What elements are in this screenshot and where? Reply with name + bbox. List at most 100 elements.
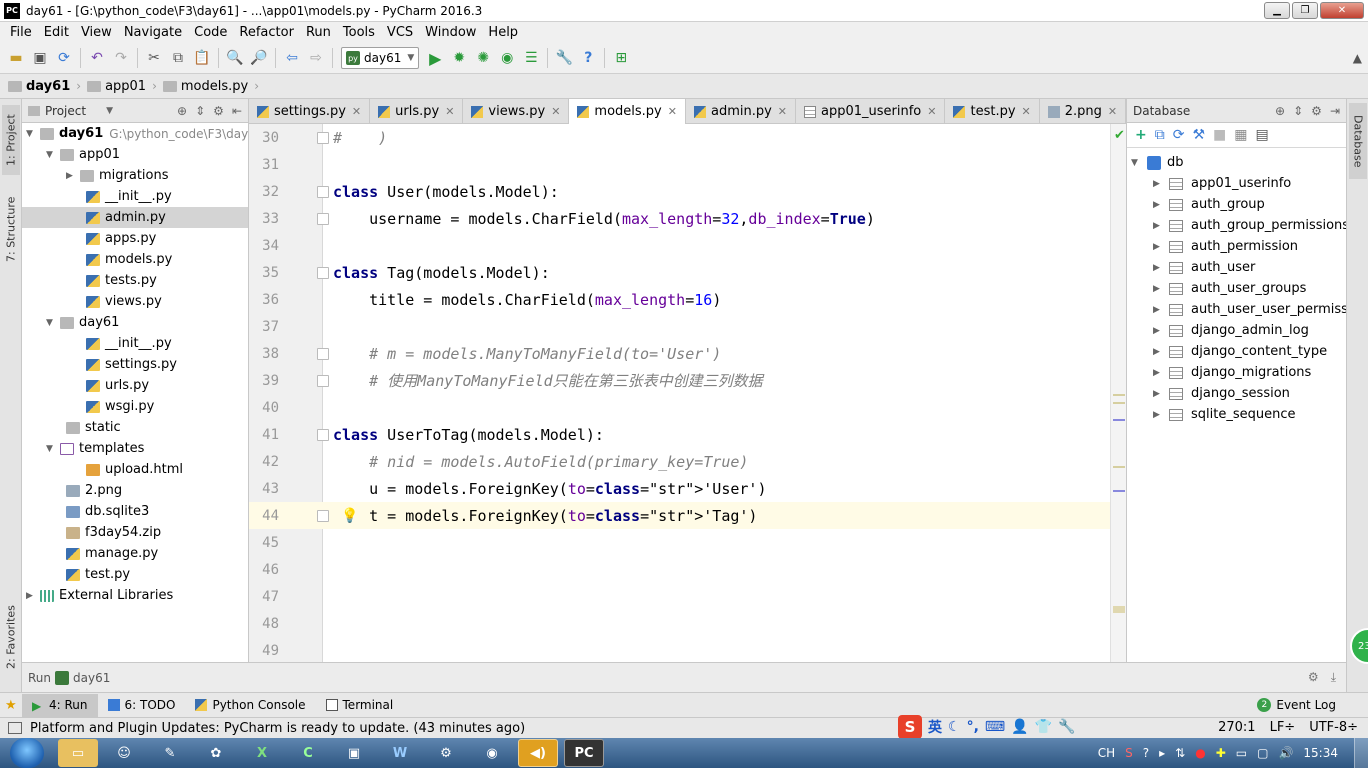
profile-icon[interactable]: ◉ <box>496 47 518 69</box>
tab-admin[interactable]: admin.py ✕ <box>686 99 797 124</box>
close-button[interactable]: ✕ <box>1320 2 1364 19</box>
chevron-down-icon[interactable]: ▼ <box>106 106 113 116</box>
coverage-icon[interactable]: ✺ <box>472 47 494 69</box>
code-line[interactable]: 36 title = models.CharField(max_length=1… <box>249 286 1126 313</box>
ime-language-label[interactable]: 英 <box>928 717 942 737</box>
fold-marker-icon[interactable] <box>317 185 329 198</box>
close-icon[interactable]: ✕ <box>778 105 787 118</box>
fold-marker-icon[interactable] <box>317 428 329 441</box>
menu-code[interactable]: Code <box>188 25 233 40</box>
save-icon[interactable]: ▣ <box>29 47 51 69</box>
close-icon[interactable]: ✕ <box>551 105 560 118</box>
db-table[interactable]: ▶ auth_group_permissions <box>1153 215 1349 236</box>
db-table[interactable]: ▶ auth_permission <box>1153 236 1298 257</box>
copy-icon[interactable]: ⧉ <box>167 47 189 69</box>
notepad-task-icon[interactable]: ✎ <box>150 739 190 767</box>
project-tool-tab[interactable]: 1: Project <box>2 105 20 175</box>
network-icon[interactable]: ⇅ <box>1175 746 1185 760</box>
stripe-marker[interactable] <box>1113 466 1125 468</box>
file-encoding[interactable]: UTF-8÷ <box>1309 720 1358 735</box>
cursor-position[interactable]: 270:1 <box>1218 720 1255 735</box>
tree-item[interactable]: settings.py <box>86 354 177 375</box>
tab-views[interactable]: views.py ✕ <box>463 99 570 124</box>
undo-icon[interactable]: ↶ <box>86 47 108 69</box>
tree-item[interactable]: db.sqlite3 <box>66 501 149 522</box>
record-icon[interactable]: ● <box>1195 746 1205 760</box>
user-icon[interactable]: 👤 <box>1011 719 1028 735</box>
code-line[interactable]: 47 <box>249 583 1126 610</box>
db-table[interactable]: ▶ auth_user <box>1153 257 1255 278</box>
tab-test[interactable]: test.py ✕ <box>945 99 1040 124</box>
tree-item[interactable]: __init__.py <box>86 333 172 354</box>
forward-icon[interactable]: ⇨ <box>305 47 327 69</box>
pycharm-task-icon[interactable]: PC <box>564 739 604 767</box>
tree-item[interactable]: ▼ day61 <box>46 312 119 333</box>
db-table[interactable]: ▶ django_admin_log <box>1153 320 1309 341</box>
code-line[interactable]: 43 u = models.ForeignKey(to=class="str">… <box>249 475 1126 502</box>
clock[interactable]: 15:34 <box>1303 746 1338 760</box>
todo-tool-button[interactable]: 6: TODO <box>98 694 186 717</box>
help-tray-icon[interactable]: ? <box>1143 746 1149 760</box>
sync-icon[interactable]: ⟳ <box>53 47 75 69</box>
tree-item[interactable]: f3day54.zip <box>66 522 161 543</box>
code-line[interactable]: 31 <box>249 151 1126 178</box>
code-line[interactable]: 35 class Tag(models.Model): <box>249 259 1126 286</box>
tree-item[interactable]: tests.py <box>86 270 157 291</box>
run-icon[interactable]: ▶ <box>424 47 446 69</box>
code-line[interactable]: 45 <box>249 529 1126 556</box>
hide-panel-icon[interactable]: ⇥ <box>1330 104 1340 118</box>
fold-marker-icon[interactable] <box>317 347 329 360</box>
show-desktop-button[interactable] <box>1354 738 1368 768</box>
menu-navigate[interactable]: Navigate <box>118 25 188 40</box>
tree-item[interactable]: ▼ day61 G:\python_code\F3\day6 <box>26 123 256 144</box>
copy-icon[interactable]: ⧉ <box>1155 127 1165 143</box>
code-line[interactable]: 42 # nid = models.AutoField(primary_key=… <box>249 448 1126 475</box>
tab-urls[interactable]: urls.py ✕ <box>370 99 464 124</box>
star-icon[interactable]: ★ <box>5 698 17 713</box>
audio-task-icon[interactable]: ◀) <box>518 739 558 767</box>
explorer-task-icon[interactable]: ▭ <box>58 739 98 767</box>
find-icon[interactable]: 🔍 <box>224 47 246 69</box>
python-console-button[interactable]: Python Console <box>185 694 315 717</box>
properties-icon[interactable]: ⚒ <box>1192 127 1205 143</box>
menu-vcs[interactable]: VCS <box>381 25 419 40</box>
qq-task-icon[interactable]: ☺ <box>104 739 144 767</box>
tray-expand-icon[interactable]: ▸ <box>1159 746 1165 760</box>
hide-panel-icon[interactable]: ⤓ <box>1331 670 1336 685</box>
word-task-icon[interactable]: W <box>380 739 420 767</box>
tree-item[interactable]: wsgi.py <box>86 396 154 417</box>
settings-icon[interactable]: 🔧 <box>553 47 575 69</box>
db-table[interactable]: ▶ django_migrations <box>1153 362 1311 383</box>
save-task-icon[interactable]: ▣ <box>334 739 374 767</box>
hide-panel-icon[interactable]: ⇤ <box>232 104 242 118</box>
breadcrumb-app01[interactable]: app01 <box>87 79 146 94</box>
gear-icon[interactable]: ⚙ <box>1308 670 1319 685</box>
fold-marker-icon[interactable] <box>317 509 329 522</box>
fold-marker-icon[interactable] <box>317 131 329 144</box>
tree-item[interactable]: views.py <box>86 291 162 312</box>
open-folder-icon[interactable]: ▬ <box>5 47 27 69</box>
more-icon[interactable]: ▲ <box>1353 51 1362 65</box>
close-icon[interactable]: ✕ <box>1022 105 1031 118</box>
code-line[interactable]: 32 class User(models.Model): <box>249 178 1126 205</box>
tree-item[interactable]: upload.html <box>86 459 183 480</box>
tree-item[interactable]: ▼ app01 <box>46 144 120 165</box>
start-button[interactable] <box>10 738 44 768</box>
wrench-icon[interactable]: 🔧 <box>1058 719 1075 735</box>
structure-tool-tab[interactable]: 7: Structure <box>2 189 20 269</box>
code-editor[interactable]: 30 # ) 31 32 class User(models.Model): 33 use… <box>249 124 1126 662</box>
refresh-icon[interactable]: ⟳ <box>1173 127 1185 143</box>
tab-models[interactable]: models.py ✕ <box>569 99 686 124</box>
gear-icon[interactable]: ⚙ <box>1311 104 1322 118</box>
db-table[interactable]: ▶ auth_user_groups <box>1153 278 1306 299</box>
vcs-icon[interactable]: ⊞ <box>610 47 632 69</box>
monitor-tray-icon[interactable]: ▢ <box>1257 746 1268 760</box>
db-table[interactable]: ▶ auth_user_user_permission <box>1153 299 1368 320</box>
close-icon[interactable]: ✕ <box>352 105 361 118</box>
fold-marker-icon[interactable] <box>317 266 329 279</box>
code-line[interactable]: 48 <box>249 610 1126 637</box>
tree-item[interactable]: ▶ External Libraries <box>26 585 173 606</box>
breadcrumb-file[interactable]: models.py <box>162 79 248 94</box>
tree-item[interactable]: ▶ migrations <box>66 165 169 186</box>
code-line[interactable]: 34 <box>249 232 1126 259</box>
